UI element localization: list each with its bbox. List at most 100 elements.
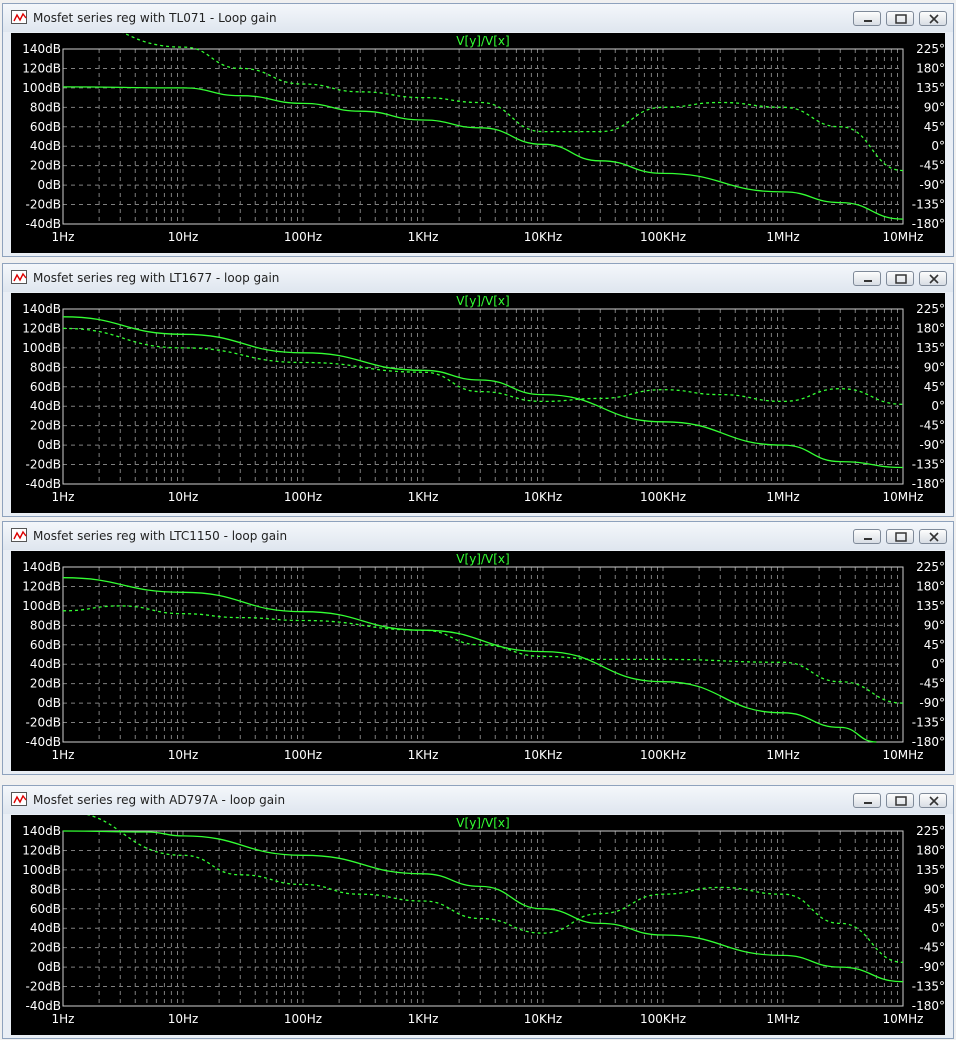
x-tick-label: 1MHz [766,748,799,762]
y-tick-label-deg: 90° [924,618,945,632]
x-tick-label: 1KHz [408,490,439,504]
title-bar[interactable]: Mosfet series reg with TL071 - Loop gain [3,4,953,32]
x-tick-label: 100Hz [284,490,322,504]
x-tick-label: 100KHz [640,748,686,762]
close-button[interactable] [919,271,947,286]
phase-trace [62,605,904,704]
y-tick-label-deg: 45° [924,120,945,134]
bode-plot-svg: V[y]/V[x] 140dB 120dB 100dB 80dB 60dB 40dB 20dB… [22,815,945,1026]
magnitude-trace [62,577,877,743]
bode-plot[interactable]: V[y]/V[x] 140dB 120dB 100dB 80dB 60dB 40dB 20dB… [11,293,945,513]
y-tick-label-deg: 90° [924,100,945,114]
y-tick-label-deg: -180° [912,735,945,749]
y-tick-label-deg: -135° [912,716,945,730]
y-tick-label-deg: 135° [916,341,945,355]
y-tick-label-deg: 135° [916,81,945,95]
title-bar[interactable]: Mosfet series reg with AD797A - loop gai… [3,786,953,814]
x-tick-label: 10KHz [524,1012,562,1026]
y-tick-label-deg: -135° [912,198,945,212]
minimize-button[interactable] [853,11,881,26]
y-tick-label-db: 0dB [38,438,61,452]
y-tick-label-deg: -180° [912,477,945,491]
y-tick-label-deg: -45° [919,941,945,955]
y-tick-label-deg: 90° [924,360,945,374]
plot-frame [62,308,904,485]
y-tick-label-db: 60dB [30,380,61,394]
y-tick-label-deg: 225° [916,824,945,838]
restore-button[interactable] [886,529,914,544]
bode-plot[interactable]: V[y]/V[x] 140dB 120dB 100dB 80dB 60dB 40dB 20dB… [11,815,945,1035]
close-icon [929,274,939,284]
title-bar[interactable]: Mosfet series reg with LTC1150 - loop ga… [3,522,953,550]
plot-window: Mosfet series reg with AD797A - loop gai… [2,785,954,1039]
y-tick-label-db: 120dB [22,61,61,75]
x-tick-label: 10MHz [883,490,924,504]
title-bar[interactable]: Mosfet series reg with LT1677 - loop gai… [3,264,953,292]
y-tick-label-deg: -45° [919,677,945,691]
x-tick-label: 10Hz [168,490,199,504]
y-tick-label-db: 140dB [22,42,61,56]
y-tick-label-deg: 135° [916,599,945,613]
phase-trace [62,327,904,405]
restore-button[interactable] [886,793,914,808]
trace-expression: V[y]/V[x] [456,816,509,830]
x-tick-label: 100Hz [284,230,322,244]
magnitude-trace [62,830,904,983]
y-tick-label-deg: -90° [919,696,945,710]
y-tick-label-db: 140dB [22,824,61,838]
plot-window: Mosfet series reg with LT1677 - loop gai… [2,263,954,517]
close-icon [929,532,939,542]
close-button[interactable] [919,793,947,808]
x-tick-label: 10Hz [168,1012,199,1026]
y-tick-label-db: 60dB [30,902,61,916]
x-tick-label: 10KHz [524,230,562,244]
y-tick-label-deg: 180° [916,321,945,335]
minimize-icon [864,280,872,282]
minimize-icon [864,802,872,804]
plot-window: Mosfet series reg with LTC1150 - loop ga… [2,521,954,775]
minimize-button[interactable] [853,793,881,808]
y-tick-label-db: 40dB [30,139,61,153]
y-tick-label-db: 120dB [22,843,61,857]
y-tick-label-deg: 225° [916,560,945,574]
close-icon [929,796,939,806]
close-button[interactable] [919,11,947,26]
y-tick-label-db: 120dB [22,579,61,593]
x-tick-label: 1Hz [52,1012,75,1026]
y-tick-label-db: 40dB [30,657,61,671]
restore-button[interactable] [886,271,914,286]
bode-plot[interactable]: V[y]/V[x] 140dB 120dB 100dB 80dB 60dB 40dB 20dB… [11,33,945,253]
bode-plot[interactable]: V[y]/V[x] 140dB 120dB 100dB 80dB 60dB 40dB 20dB… [11,551,945,771]
x-tick-label: 10MHz [883,230,924,244]
x-tick-label: 1MHz [766,1012,799,1026]
restore-icon [895,274,907,284]
y-tick-label-db: 40dB [30,399,61,413]
y-tick-label-deg: -90° [919,960,945,974]
y-tick-label-db: 120dB [22,321,61,335]
waveform-icon [11,528,27,542]
close-button[interactable] [919,529,947,544]
y-tick-label-db: 20dB [30,159,61,173]
minimize-button[interactable] [853,271,881,286]
trace-expression: V[y]/V[x] [456,34,509,48]
y-tick-label-deg: 90° [924,882,945,896]
y-tick-label-deg: 135° [916,863,945,877]
minimize-button[interactable] [853,529,881,544]
window-title: Mosfet series reg with AD797A - loop gai… [33,793,286,807]
y-tick-label-db: 100dB [22,341,61,355]
y-tick-label-db: -40dB [26,217,61,231]
x-tick-label: 10Hz [168,230,199,244]
y-tick-label-db: 20dB [30,677,61,691]
x-tick-label: 1MHz [766,230,799,244]
y-tick-label-deg: 180° [916,843,945,857]
waveform-icon [11,10,27,24]
x-tick-label: 10MHz [883,1012,924,1026]
restore-button[interactable] [886,11,914,26]
y-tick-label-db: 140dB [22,560,61,574]
x-tick-label: 100Hz [284,1012,322,1026]
restore-icon [895,796,907,806]
y-tick-label-db: 0dB [38,696,61,710]
y-tick-label-deg: 225° [916,302,945,316]
phase-trace [122,33,904,172]
y-tick-label-db: 40dB [30,921,61,935]
